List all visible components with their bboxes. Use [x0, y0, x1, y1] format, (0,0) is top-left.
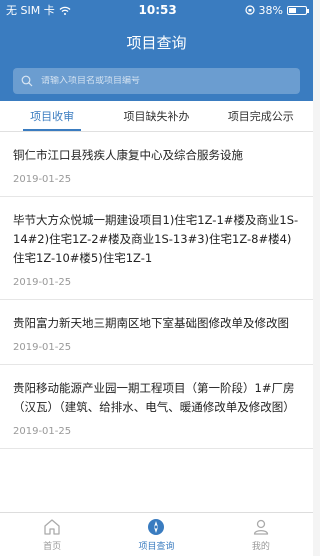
item-title: 贵阳富力新天地三期南区地下室基础图修改单及修改图 [13, 316, 289, 330]
item-title: 毕节大方众悦城一期建设项目1)住宅1Z-1#楼及商业1S-14#2)住宅1Z-2… [13, 213, 299, 265]
tabbar-home[interactable]: 首页 [0, 513, 104, 556]
bottom-tab-bar: 首页 项目查询 我的 [0, 512, 313, 556]
status-time: 10:53 [138, 3, 177, 17]
item-title: 贵阳移动能源产业园一期工程项目（第一阶段）1#厂房（汉瓦）（建筑、给排水、电气、… [13, 381, 295, 414]
home-icon [44, 519, 60, 535]
status-bar: 无 SIM 卡 10:53 38% [0, 0, 313, 20]
tabbar-project-query[interactable]: 项目查询 [104, 513, 208, 556]
wifi-icon [59, 6, 71, 15]
tab-project-complete[interactable]: 项目完成公示 [209, 101, 313, 131]
tab-bar-top: 项目收审 项目缺失补办 项目完成公示 [0, 101, 313, 132]
item-date: 2019-01-25 [13, 174, 72, 185]
battery-icon [287, 5, 309, 15]
battery-percent: 38% [258, 3, 283, 17]
list-item[interactable]: 贵阳移动能源产业园一期工程项目（第一阶段）1#厂房（汉瓦）（建筑、给排水、电气、… [0, 365, 313, 449]
tabbar-home-label: 首页 [43, 542, 62, 552]
list-item[interactable]: 毕节大方众悦城一期建设项目1)住宅1Z-1#楼及商业1S-14#2)住宅1Z-2… [0, 197, 313, 300]
project-list: 铜仁市江口县残疾人康复中心及综合服务设施 2019-01-25 毕节大方众悦城一… [0, 132, 313, 512]
tabbar-mine[interactable]: 我的 [209, 513, 313, 556]
orientation-lock-icon [244, 5, 255, 15]
list-item[interactable]: 贵阳富力新天地三期南区地下室基础图修改单及修改图 2019-01-25 [0, 300, 313, 365]
page-title: 项目查询 [126, 33, 187, 52]
item-date: 2019-01-25 [13, 342, 72, 353]
tab-project-review[interactable]: 项目收审 [0, 101, 104, 131]
search-bar[interactable] [13, 68, 300, 94]
item-title: 铜仁市江口县残疾人康复中心及综合服务设施 [13, 148, 243, 162]
compass-icon [148, 519, 165, 535]
carrier-label: 无 SIM 卡 [6, 4, 55, 17]
list-item[interactable]: 铜仁市江口县残疾人康复中心及综合服务设施 2019-01-25 [0, 132, 313, 197]
user-icon [253, 519, 268, 535]
tabbar-mine-label: 我的 [251, 542, 270, 552]
search-input[interactable] [41, 76, 281, 86]
tabbar-project-query-label: 项目查询 [138, 542, 175, 552]
item-date: 2019-01-25 [13, 426, 72, 437]
tab-project-missing[interactable]: 项目缺失补办 [104, 101, 208, 131]
item-date: 2019-01-25 [13, 277, 72, 288]
search-icon [21, 75, 33, 87]
